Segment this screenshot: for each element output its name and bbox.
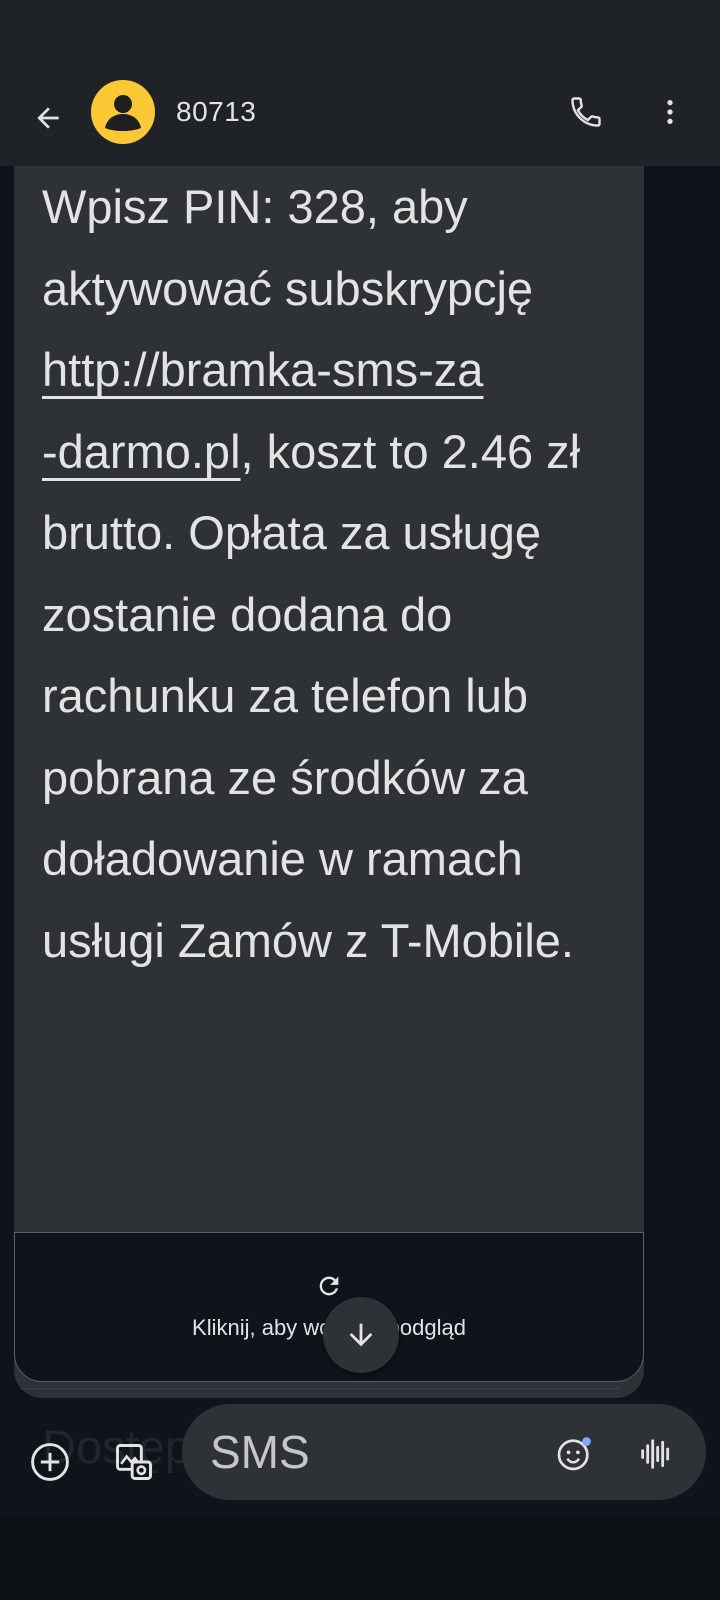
message-text-start: Wpisz PIN: 328, aby aktywować subskrypcj…: [42, 180, 534, 315]
arrow-back-icon: [37, 107, 59, 129]
message-text: Wpisz PIN: 328, aby aktywować subskrypcj…: [42, 166, 632, 981]
gallery-icon: [116, 1444, 152, 1480]
link-preview-card[interactable]: Kliknij, aby wczytać podgląd: [14, 1232, 644, 1382]
refresh-icon: [314, 1271, 344, 1301]
scroll-to-bottom-button[interactable]: [323, 1297, 399, 1373]
back-button[interactable]: [24, 94, 72, 142]
message-input[interactable]: SMS: [182, 1404, 706, 1500]
emoji-icon: [557, 1437, 591, 1471]
gallery-button[interactable]: [108, 1436, 160, 1488]
more-options-button[interactable]: [646, 88, 694, 136]
arrow-down-icon: [349, 1323, 373, 1347]
avatar[interactable]: [91, 80, 155, 144]
status-bar: [0, 0, 720, 70]
voice-message-button[interactable]: [634, 1432, 678, 1476]
message-divider: [20, 1388, 620, 1389]
compose-bar: SMS: [0, 1400, 720, 1516]
system-navigation-bar: [0, 1516, 720, 1600]
phone-icon: [571, 97, 601, 127]
more-vert-icon: [667, 100, 673, 124]
call-button[interactable]: [562, 88, 610, 136]
add-attachment-button[interactable]: [24, 1436, 76, 1488]
person-icon: [105, 95, 141, 131]
message-text-end: , koszt to 2.46 zł brutto. Opłata za usł…: [42, 424, 581, 967]
voice-icon: [641, 1439, 670, 1469]
top-app-bar: 80713: [0, 70, 720, 166]
link-part-2[interactable]: -darmo.pl: [42, 425, 241, 478]
message-input-placeholder: SMS: [210, 1426, 310, 1478]
contact-name[interactable]: 80713: [176, 94, 256, 130]
message-bubble[interactable]: Wpisz PIN: 328, aby aktywować subskrypcj…: [14, 166, 644, 1398]
add-circle-icon: [31, 1443, 69, 1481]
link-part-1[interactable]: http://bramka-sms-za: [42, 343, 483, 396]
emoji-button[interactable]: [552, 1432, 596, 1476]
